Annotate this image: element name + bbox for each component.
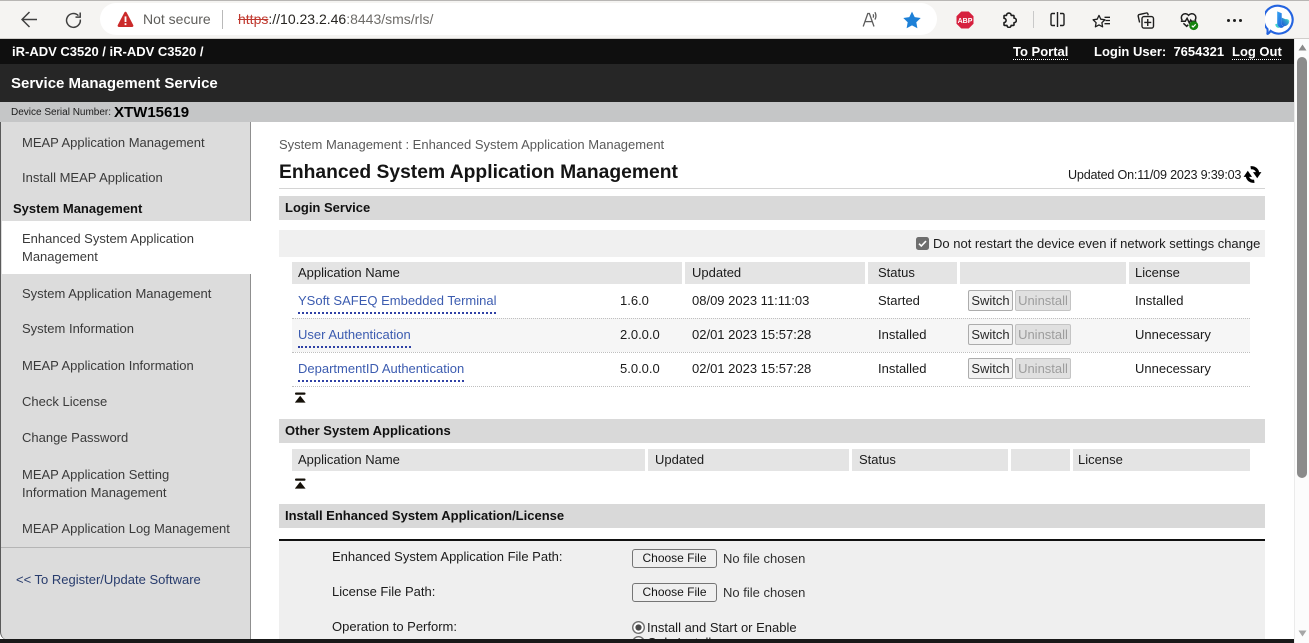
svg-text:ABP: ABP	[958, 18, 973, 25]
